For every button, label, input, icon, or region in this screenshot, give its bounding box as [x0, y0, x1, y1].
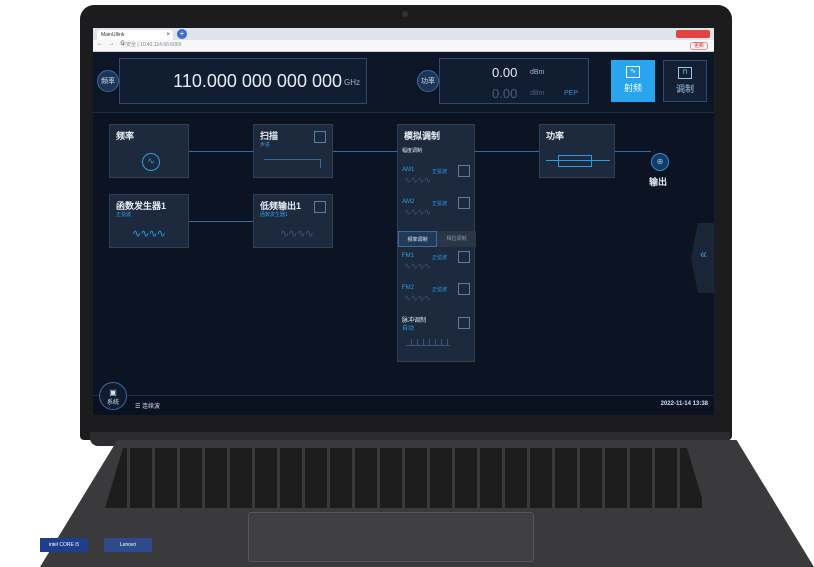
browser-tab-strip: MainUIlink × + [93, 28, 714, 40]
pep-value: 0.00 [492, 86, 518, 101]
sine-wave-icon: ∿∿∿∿ [280, 228, 314, 240]
power-unit: dBm [530, 69, 545, 76]
freq-block[interactable]: 频率 ∿ [109, 124, 189, 178]
clock: 2022-11-14 13:38 [660, 401, 708, 407]
output-node[interactable]: ⊕ [651, 153, 669, 171]
am-section-label: 幅度调制 [402, 148, 423, 154]
update-badge[interactable]: 更新 [689, 42, 708, 50]
sweep-block[interactable]: 扫描 步进 [253, 124, 333, 178]
side-panel-handle[interactable]: « [691, 223, 714, 293]
screen: MainUIlink × + ← → C 不安全 | 10.42.114.66:… [93, 28, 714, 415]
waveform-icon: ∿ [626, 66, 640, 78]
close-icon[interactable]: × [166, 30, 170, 40]
tab-pm[interactable]: 相位调制 [437, 231, 476, 247]
fm1-kind: 正弦波 [432, 255, 448, 261]
power-block-title: 功率 [546, 131, 565, 141]
power-block[interactable]: 功率 [539, 124, 615, 178]
rf-button[interactable]: ∿ 射频 [611, 60, 655, 102]
func-gen-block[interactable]: 函数发生器1 正弦波 ∿∿∿∿ [109, 194, 189, 248]
step-sweep-icon [264, 159, 321, 168]
sine-wave-icon: ∿∿∿∿ [404, 175, 431, 185]
pep-label: PEP [564, 90, 579, 97]
system-button[interactable]: ▣ 系统 [99, 382, 127, 410]
status-bar: ▣ 系统 ☰ 连续波 2022-11-14 13:38 [93, 382, 714, 415]
address-bar: ← → C 不安全 | 10.42.114.66:6060 更新 [93, 40, 714, 52]
sine-wave-icon: ∿∿∿∿ [404, 261, 431, 271]
freq-unit: GHz [344, 78, 360, 87]
connector [475, 151, 539, 152]
tab-title: MainUIlink [101, 32, 125, 38]
url-field[interactable]: 不安全 | 10.42.114.66:6060 [121, 41, 181, 50]
pulse-mod-kind: 自动 [402, 326, 415, 332]
freq-block-title: 频率 [116, 131, 135, 141]
sine-wave-icon: ∿∿∿∿ [404, 207, 431, 217]
am1-checkbox[interactable] [458, 165, 470, 177]
brand-sticker: Lenovo [104, 538, 152, 552]
power-button[interactable]: 功率 [417, 70, 439, 92]
system-label: 系统 [106, 400, 119, 406]
fm2-label: FM2 [402, 285, 414, 291]
attenuator-icon [558, 155, 592, 167]
power-value: 0.00 [492, 65, 518, 80]
output-label: 输出 [649, 177, 668, 187]
chevron-left-icon: « [700, 247, 707, 261]
analog-mod-title: 模拟调制 [404, 131, 441, 141]
tab-fm[interactable]: 频率调制 [398, 231, 437, 247]
lf-output-checkbox[interactable] [314, 201, 326, 213]
signal-chain-canvas: 频率 ∿ 扫描 步进 函数发生器1 正弦波 ∿∿∿∿ 低频输出1 函数发生器1 … [93, 113, 714, 395]
fm2-kind: 正弦波 [432, 287, 448, 293]
sweep-enable-checkbox[interactable] [314, 131, 326, 143]
func-gen-sub: 正弦波 [116, 212, 132, 218]
modulation-button[interactable]: ⊓ 调制 [663, 60, 707, 102]
touchpad [248, 512, 534, 562]
freq-button[interactable]: 频率 [97, 70, 119, 92]
am1-kind: 正弦波 [432, 169, 448, 175]
keyboard [105, 448, 705, 508]
sweep-block-sub: 步进 [260, 142, 271, 148]
pulse-mod-checkbox[interactable] [458, 317, 470, 329]
mod-label: 调制 [675, 84, 694, 94]
rf-label: 射频 [623, 83, 642, 93]
am2-checkbox[interactable] [458, 197, 470, 209]
mod-tab-bar: 频率调制 相位调制 [398, 231, 476, 247]
am2-kind: 正弦波 [432, 201, 448, 207]
connector [189, 221, 253, 222]
new-tab-button[interactable]: + [177, 29, 187, 39]
browser-tab[interactable]: MainUIlink × [97, 30, 173, 40]
system-icon: ▣ [109, 388, 117, 397]
lf-output-block[interactable]: 低频输出1 函数发生器1 ∿∿∿∿ [253, 194, 333, 248]
cpu-sticker: intel CORE i5 [40, 538, 88, 552]
attenuator-line [546, 160, 610, 161]
sine-wave-icon: ∿∿∿∿ [404, 293, 431, 303]
freq-display[interactable]: 110.000 000 000 000 GHz [119, 58, 367, 104]
am1-label: AM1 [402, 167, 415, 173]
connector [333, 151, 397, 152]
lf-output-sub: 函数发生器1 [260, 212, 288, 218]
window-controls[interactable] [676, 30, 710, 38]
top-bar: 频率 110.000 000 000 000 GHz 功率 0.00 dBm 0… [93, 52, 714, 113]
fm2-checkbox[interactable] [458, 283, 470, 295]
sine-icon: ∿ [142, 153, 160, 171]
signal-generator-app: 频率 110.000 000 000 000 GHz 功率 0.00 dBm 0… [93, 52, 714, 415]
analog-mod-block: 模拟调制 幅度调制 AM1 正弦波 ∿∿∿∿ AM2 正弦波 ∿∿∿∿ 频率调制… [397, 124, 476, 362]
fm1-label: FM1 [402, 253, 414, 259]
connector [615, 151, 651, 152]
am2-label: AM2 [402, 199, 415, 205]
power-display[interactable]: 0.00 dBm 0.00 dBm PEP [439, 58, 589, 104]
fm1-checkbox[interactable] [458, 251, 470, 263]
connector [189, 151, 253, 152]
status-mode: ☰ 连续波 [135, 404, 161, 410]
pep-unit: dBm [530, 90, 545, 97]
webcam-icon [402, 11, 408, 17]
modulation-icon: ⊓ [678, 67, 692, 79]
pulse-wave-icon [406, 339, 450, 346]
freq-value: 110.000 000 000 000 [173, 71, 342, 91]
sine-wave-icon: ∿∿∿∿ [132, 228, 166, 240]
